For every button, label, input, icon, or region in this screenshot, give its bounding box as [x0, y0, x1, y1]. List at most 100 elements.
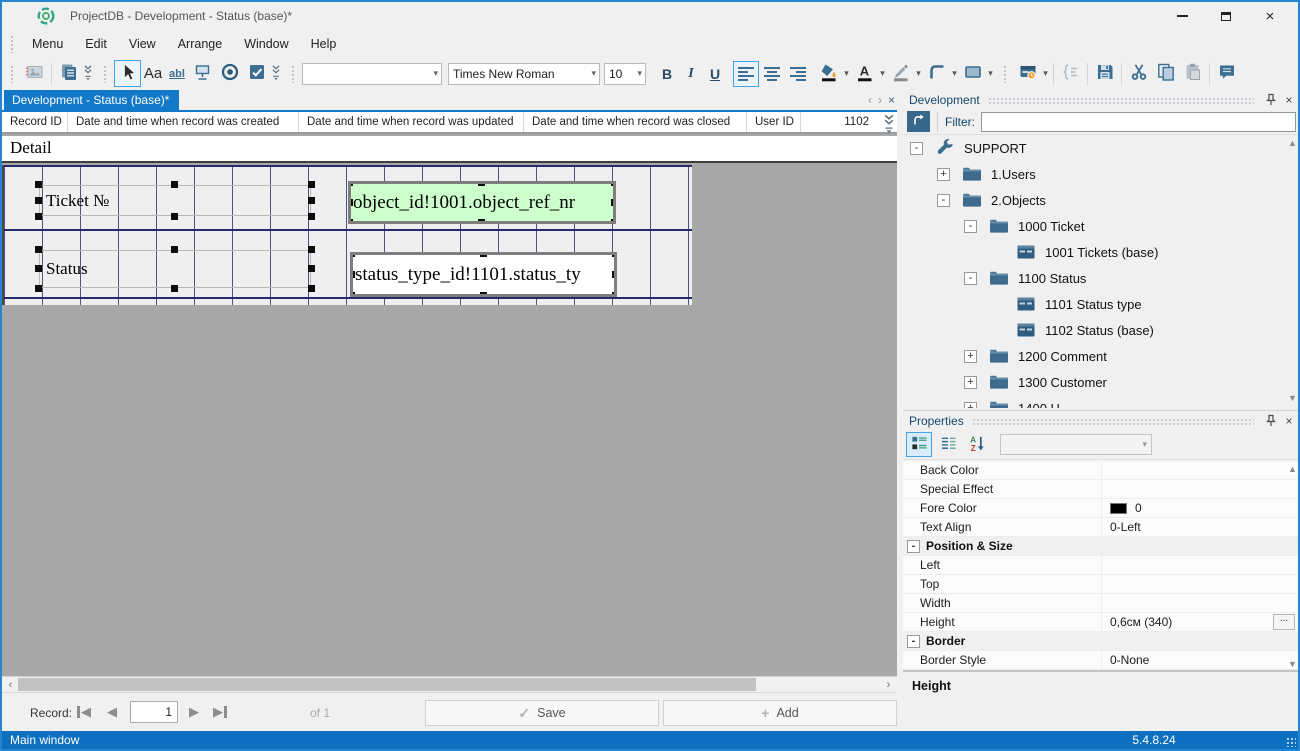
font-color-button[interactable]: A: [851, 60, 878, 87]
selection-handle[interactable]: [478, 219, 485, 221]
property-value[interactable]: [1102, 556, 1298, 574]
close-button[interactable]: ×: [1248, 3, 1292, 29]
field-header-col-0[interactable]: Record ID: [2, 112, 68, 132]
style-combo[interactable]: ▾: [302, 62, 442, 85]
copy-button[interactable]: [1152, 60, 1179, 87]
previous-record-button[interactable]: ◀: [100, 701, 124, 723]
bold-button[interactable]: B: [655, 61, 679, 87]
scroll-down-icon[interactable]: ▼: [1288, 659, 1297, 669]
selection-handle[interactable]: [351, 219, 353, 221]
fill-color-button[interactable]: [815, 60, 842, 87]
selection-handle[interactable]: [308, 196, 315, 204]
selection-handle[interactable]: [353, 292, 355, 294]
tab-prev-icon[interactable]: ‹: [868, 93, 872, 107]
tools-overflow-button[interactable]: [270, 64, 283, 84]
checkbox-tool-button[interactable]: [243, 60, 270, 87]
rectangle-style-dropdown[interactable]: ▾: [986, 68, 995, 79]
tree-node-support[interactable]: - SUPPORT: [903, 135, 1298, 161]
selection-handle[interactable]: [611, 198, 613, 206]
font-size-combo[interactable]: 10 ▾: [604, 62, 646, 85]
menu-view[interactable]: View: [118, 33, 167, 55]
property-row-height[interactable]: Height 0,6см (340)...: [903, 613, 1298, 632]
menu-help[interactable]: Help: [300, 33, 348, 55]
selection-handle[interactable]: [353, 270, 355, 278]
field-header-more-button[interactable]: [882, 113, 896, 133]
form-history-button[interactable]: [1014, 60, 1041, 87]
tree-node-1102-status-base-[interactable]: 1102 Status (base): [903, 317, 1298, 343]
collapse-icon[interactable]: -: [964, 219, 977, 233]
selection-handle[interactable]: [351, 198, 353, 206]
selection-handle[interactable]: [35, 285, 42, 292]
object-selector-combo[interactable]: ▾: [1000, 434, 1152, 455]
resize-grip[interactable]: [1286, 737, 1296, 747]
rectangle-style-button[interactable]: [959, 60, 986, 87]
cut-button[interactable]: [1125, 60, 1152, 87]
selection-handle[interactable]: [35, 246, 42, 253]
line-color-button[interactable]: [887, 60, 914, 87]
expand-icon[interactable]: +: [937, 167, 950, 181]
goto-button[interactable]: [907, 111, 930, 132]
selection-handle[interactable]: [35, 213, 42, 220]
toolbar-grip-4[interactable]: [1003, 64, 1008, 83]
selection-handle[interactable]: [171, 213, 178, 220]
property-value[interactable]: 0-None: [1102, 651, 1298, 669]
property-row-back-color[interactable]: Back Color: [903, 461, 1298, 480]
tree-node-1000-ticket[interactable]: - 1000 Ticket: [903, 213, 1298, 239]
tab-next-icon[interactable]: ›: [878, 93, 882, 107]
detail-section-header[interactable]: Detail: [2, 136, 897, 163]
align-left-button[interactable]: [733, 60, 759, 87]
field-header-col-2[interactable]: Date and time when record was updated: [299, 112, 524, 132]
italic-button[interactable]: I: [679, 61, 703, 87]
toolbar-grip-1[interactable]: [10, 64, 15, 83]
menu-window[interactable]: Window: [233, 33, 299, 55]
save-record-button[interactable]: ✓ Save: [425, 700, 659, 726]
selection-handle[interactable]: [612, 292, 614, 294]
categorized-view-button[interactable]: [906, 432, 932, 457]
scroll-left-icon[interactable]: ‹: [3, 677, 18, 692]
paste-button[interactable]: [1179, 60, 1206, 87]
report-button[interactable]: [55, 60, 82, 87]
collapse-icon[interactable]: -: [937, 193, 950, 207]
selection-handle[interactable]: [308, 246, 315, 253]
property-value[interactable]: [1102, 575, 1298, 593]
tree-node-1300-customer[interactable]: +1300 Customer: [903, 369, 1298, 395]
property-value[interactable]: [1102, 594, 1298, 612]
selection-handle[interactable]: [308, 181, 315, 188]
menu-edit[interactable]: Edit: [74, 33, 118, 55]
selection-handle[interactable]: [308, 265, 315, 272]
font-color-dropdown[interactable]: ▾: [878, 68, 887, 79]
underline-button[interactable]: U: [703, 61, 727, 87]
field-header-col-3[interactable]: Date and time when record was closed: [524, 112, 747, 132]
menu-menu[interactable]: Menu: [21, 33, 74, 55]
last-record-button[interactable]: ▶: [208, 701, 232, 723]
border-style-dropdown[interactable]: ▾: [950, 68, 959, 79]
line-color-dropdown[interactable]: ▾: [914, 68, 923, 79]
selection-handle[interactable]: [612, 255, 614, 257]
select-tool-button[interactable]: [114, 60, 141, 87]
pin-icon[interactable]: [1264, 93, 1278, 107]
tab-development-status[interactable]: Development - Status (base)*: [4, 90, 180, 110]
button-tool-button[interactable]: [189, 60, 216, 87]
filter-input[interactable]: [981, 111, 1296, 132]
border-style-button[interactable]: [923, 60, 950, 87]
report-overflow-button[interactable]: [82, 64, 95, 84]
radio-tool-button[interactable]: [216, 60, 243, 87]
tree-node-1100-status[interactable]: - 1100 Status: [903, 265, 1298, 291]
expand-icon[interactable]: +: [964, 349, 977, 363]
pin-icon[interactable]: [1264, 414, 1278, 428]
selection-handle[interactable]: [612, 270, 614, 278]
insert-image-button[interactable]: [21, 60, 48, 87]
scroll-right-icon[interactable]: ›: [881, 677, 896, 692]
tree-scrollbar[interactable]: ▲ ▼: [1286, 138, 1298, 403]
list-view-button[interactable]: [935, 432, 961, 457]
next-record-button[interactable]: ▶: [182, 701, 206, 723]
collapse-icon[interactable]: -: [964, 271, 977, 285]
property-row-special-effect[interactable]: Special Effect: [903, 480, 1298, 499]
selection-handle[interactable]: [353, 255, 355, 257]
menu-arrange[interactable]: Arrange: [167, 33, 233, 55]
field-header-col-1[interactable]: Date and time when record was created: [68, 112, 299, 132]
close-icon[interactable]: ×: [1282, 93, 1296, 107]
horizontal-scrollbar[interactable]: ‹ ›: [2, 676, 897, 692]
expand-icon[interactable]: +: [964, 375, 977, 389]
property-row-top[interactable]: Top: [903, 575, 1298, 594]
